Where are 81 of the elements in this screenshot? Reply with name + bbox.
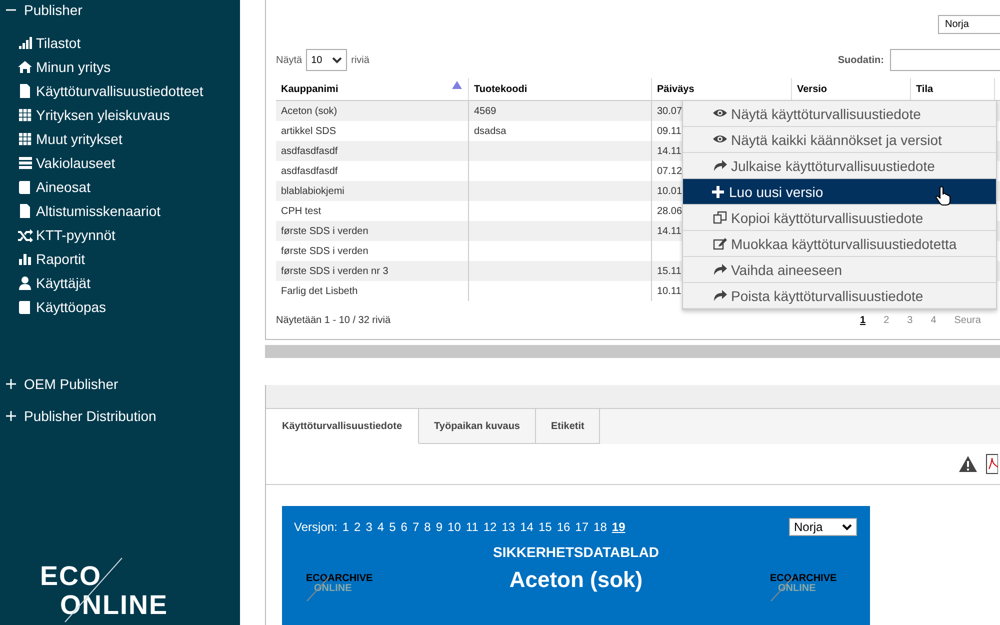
sidebar-item[interactable]: KTT-pyynnöt <box>0 223 240 247</box>
menu-item[interactable]: Vaihda aineeseen <box>683 257 996 283</box>
table-cell: Farlig det Lisbeth <box>281 286 358 296</box>
table-cell: dsadsa <box>474 126 506 136</box>
page-link[interactable]: Seura <box>954 315 981 326</box>
menu-item[interactable]: Poista käyttöturvallisuustiedote <box>683 283 996 309</box>
version-link[interactable]: 9 <box>436 520 443 534</box>
version-link[interactable]: 12 <box>483 520 497 534</box>
table-cell: første SDS i verden nr 3 <box>281 266 388 276</box>
sidebar-item[interactable]: Raportit <box>0 247 240 271</box>
label: Näytä <box>276 54 302 66</box>
menu-item[interactable]: Kopioi käyttöturvallisuustiedote <box>683 205 996 231</box>
table-cell: 14.11 <box>657 226 682 236</box>
version-link[interactable]: 17 <box>575 520 589 534</box>
label: Suodatin: <box>838 54 884 66</box>
document-heading: SIKKERHETSDATABLAD <box>492 544 660 560</box>
sidebar-item[interactable]: Käyttäjät <box>0 271 240 295</box>
menu-item[interactable]: Näytä käyttöturvallisuustiedote <box>683 101 996 127</box>
sidebar-item[interactable]: Aineosat <box>0 175 240 199</box>
version-link[interactable]: 5 <box>389 520 396 534</box>
table-cell: artikkel SDS <box>281 126 336 136</box>
product-title: Aceton (sok) <box>509 567 643 593</box>
sidebar-item[interactable]: Yrityksen yleiskuvaus <box>0 103 240 127</box>
table-cell: 10.01 <box>657 186 682 196</box>
logo-text: ECO <box>40 563 102 590</box>
label: riviä <box>351 54 370 66</box>
version-link[interactable]: 1 <box>342 520 350 534</box>
language-select[interactable]: Norja <box>789 518 857 536</box>
version-link[interactable]: 8 <box>424 520 431 534</box>
menu-group-header[interactable]: Publisher <box>0 0 240 20</box>
menu-group-header[interactable]: OEM Publisher <box>0 374 240 394</box>
label: Versjon: <box>294 520 338 534</box>
page-link[interactable]: 4 <box>930 315 936 326</box>
sidebar-item[interactable]: Altistumisskenaariot <box>0 199 240 223</box>
table-cell: 10.11 <box>657 286 682 296</box>
menu-group-header[interactable]: Publisher Distribution <box>0 406 240 426</box>
table-cell: Aceton (sok) <box>281 106 338 116</box>
sidebar-item[interactable]: Käyttöopas <box>0 295 240 319</box>
table-cell: 15.11 <box>657 266 682 276</box>
tab[interactable]: Työpaikan kuvaus <box>419 409 536 444</box>
version-link[interactable]: 4 <box>377 520 384 534</box>
table-cell: asdfasdfasdf <box>281 146 338 156</box>
version-link[interactable]: 10 <box>448 520 461 534</box>
table-cell: asdfasdfasdf <box>281 166 338 176</box>
version-link[interactable]: 14 <box>520 520 534 534</box>
menu-item[interactable]: Muokkaa käyttöturvallisuustiedotetta <box>683 231 996 257</box>
version-link[interactable]: 13 <box>502 520 516 534</box>
page-link[interactable]: 3 <box>907 315 913 326</box>
table-cell: første SDS i verden <box>281 246 368 256</box>
sidebar-item[interactable]: Käyttöturvallisuustiedotteet <box>0 79 240 103</box>
version-link[interactable]: 11 <box>466 520 478 534</box>
table-cell: 07.12 <box>657 166 682 176</box>
tab[interactable]: Etiketit <box>536 409 600 444</box>
table-cell: 30.07 <box>657 106 682 116</box>
sidebar-item[interactable]: Vakiolauseet <box>0 151 240 175</box>
table-cell: blablabiokjemi <box>281 186 344 196</box>
language-select[interactable]: Norja <box>938 15 1000 34</box>
table-info: Näytetään 1 - 10 / 32 riviä <box>276 315 391 326</box>
page-link[interactable]: 1 <box>860 315 866 326</box>
table-cell: 28.06 <box>657 206 682 216</box>
sidebar-item[interactable]: Minun yritys <box>0 55 240 79</box>
version-link[interactable]: 7 <box>412 520 420 534</box>
version-link[interactable]: 18 <box>594 520 607 534</box>
menu-item[interactable]: Näytä kaikki käännökset ja versiot <box>683 127 996 153</box>
table-cell: 4569 <box>474 106 496 116</box>
menu-item[interactable]: Luo uusi versio <box>683 179 996 205</box>
version-link[interactable]: 19 <box>612 520 626 534</box>
version-link[interactable]: 16 <box>556 520 570 534</box>
version-link[interactable]: 2 <box>354 520 361 534</box>
sidebar-item[interactable]: Muut yritykset <box>0 127 240 151</box>
rows-select[interactable]: 10 <box>306 49 348 71</box>
page-link[interactable]: 2 <box>884 315 890 326</box>
version-link[interactable]: 6 <box>400 520 408 534</box>
version-link[interactable]: 15 <box>538 520 552 534</box>
version-link[interactable]: 3 <box>366 520 372 534</box>
table-cell: 14.11 <box>657 146 682 156</box>
table-cell: første SDS i verden <box>281 226 368 236</box>
table-cell: CPH test <box>281 206 322 216</box>
tab[interactable]: Käyttöturvallisuustiedote <box>266 409 420 444</box>
sidebar-item[interactable]: Tilastot <box>0 31 240 55</box>
table-cell: 09.11 <box>657 126 682 136</box>
